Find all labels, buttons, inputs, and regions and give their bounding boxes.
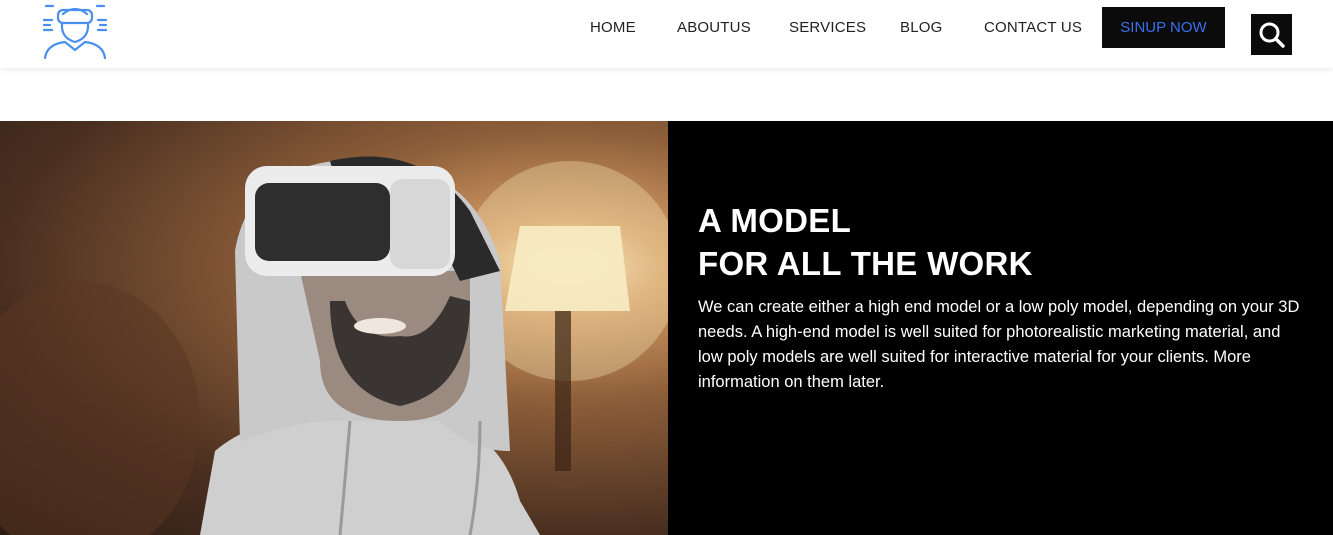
nav-aboutus[interactable]: ABOUTUS (677, 19, 751, 36)
vr-person-icon[interactable] (40, 0, 110, 60)
site-header: HOME ABOUTUS SERVICES BLOG CONTACT US SI… (0, 0, 1333, 68)
hero-text-panel: A MODEL FOR ALL THE WORK We can create e… (668, 121, 1333, 535)
nav-services[interactable]: SERVICES (789, 19, 866, 36)
signup-button-label: SINUP NOW (1120, 19, 1207, 36)
hero-title-line2: FOR ALL THE WORK (698, 245, 1033, 282)
hero-description: We can create either a high end model or… (698, 298, 1300, 391)
nav-contact-us[interactable]: CONTACT US (984, 19, 1082, 36)
search-button[interactable] (1251, 14, 1292, 55)
nav-blog[interactable]: BLOG (900, 19, 942, 36)
hero-title: A MODEL FOR ALL THE WORK (698, 199, 1033, 285)
signup-button[interactable]: SINUP NOW (1102, 7, 1225, 48)
search-icon (1259, 22, 1285, 48)
hero-title-line1: A MODEL (698, 202, 852, 239)
nav-home[interactable]: HOME (590, 19, 636, 36)
vr-headset-photo (0, 121, 668, 535)
